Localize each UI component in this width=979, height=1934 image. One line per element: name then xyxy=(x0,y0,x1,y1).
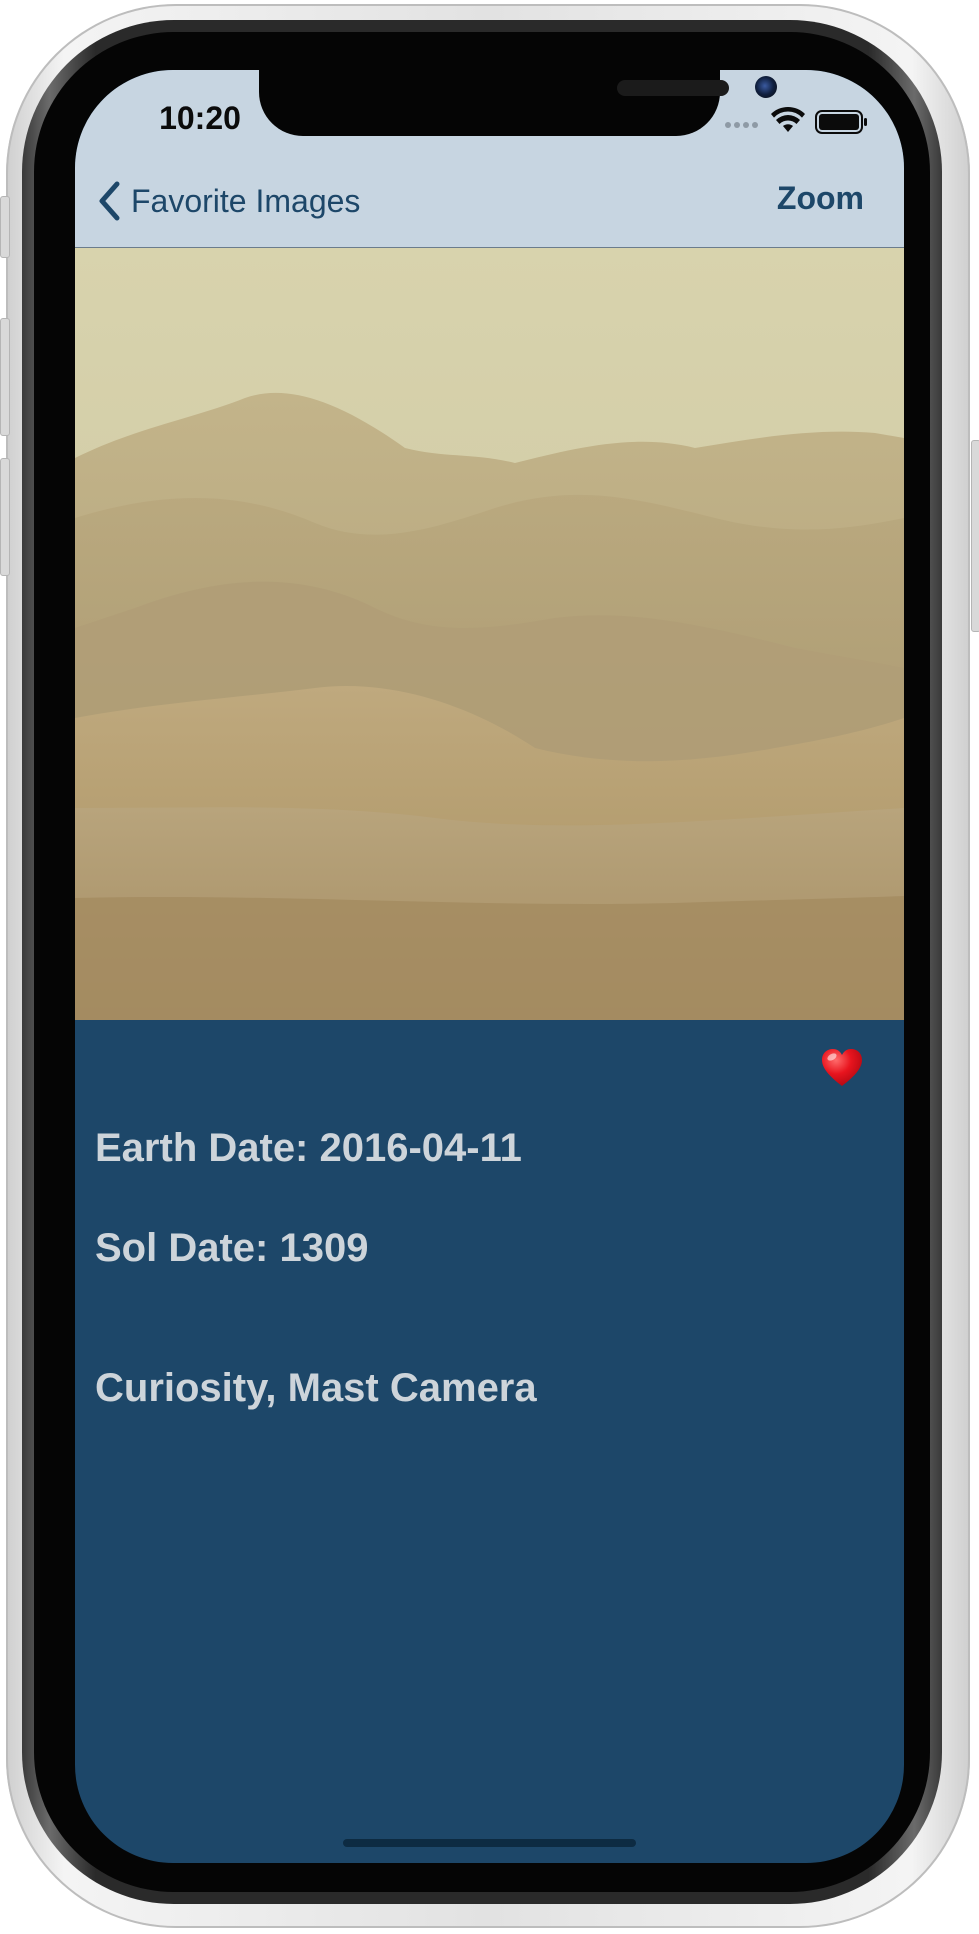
back-button[interactable]: Favorite Images xyxy=(97,176,360,226)
notch xyxy=(259,70,777,136)
heart-icon[interactable] xyxy=(821,1048,863,1088)
mars-photo[interactable] xyxy=(75,248,904,1020)
back-button-label: Favorite Images xyxy=(131,182,361,219)
power-button xyxy=(971,440,979,632)
front-camera xyxy=(755,76,777,98)
volume-down-button xyxy=(0,458,10,576)
home-indicator[interactable] xyxy=(343,1839,636,1847)
earth-date-label: Earth Date: 2016-04-11 xyxy=(95,1126,522,1170)
volume-up-button xyxy=(0,318,10,436)
status-icons xyxy=(724,106,870,136)
chevron-left-icon xyxy=(99,181,120,221)
zoom-button[interactable]: Zoom xyxy=(777,180,864,217)
sol-date-label: Sol Date: 1309 xyxy=(95,1226,369,1270)
cellular-signal-icon xyxy=(725,122,758,128)
rover-camera-label: Curiosity, Mast Camera xyxy=(95,1366,537,1410)
wifi-icon xyxy=(771,106,805,132)
battery-icon xyxy=(815,110,867,134)
status-time: 10:20 xyxy=(159,100,241,136)
silent-switch xyxy=(0,196,10,258)
navigation-bar: 10:20 Favorite Images Zoom xyxy=(75,70,904,248)
speaker-grille xyxy=(617,80,729,96)
app-screen: 10:20 Favorite Images Zoom Earth Date: 2… xyxy=(75,70,904,1863)
